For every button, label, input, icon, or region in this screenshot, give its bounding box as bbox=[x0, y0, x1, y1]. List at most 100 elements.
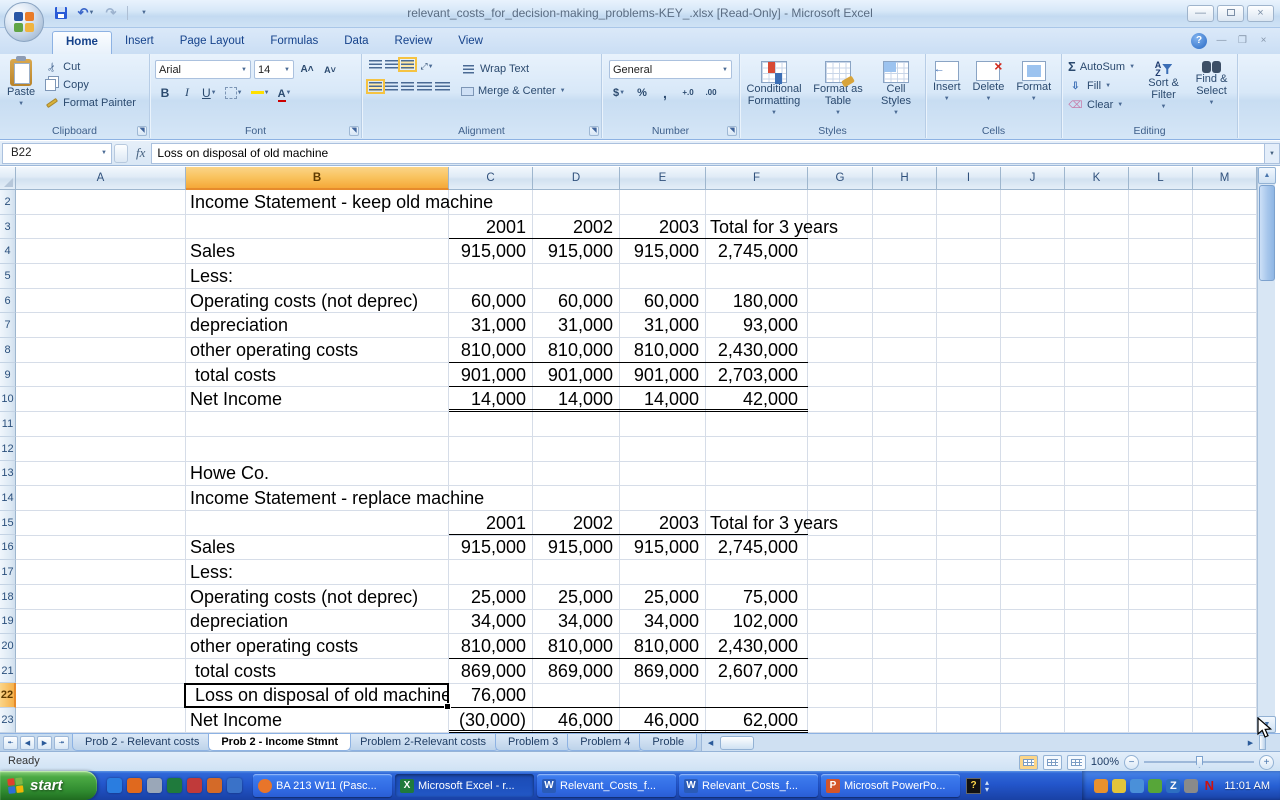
format-as-table-button[interactable]: Format as Table▼ bbox=[809, 58, 867, 124]
cell-K3[interactable] bbox=[1065, 215, 1129, 240]
column-header-M[interactable]: M bbox=[1193, 167, 1257, 190]
cell-J10[interactable] bbox=[1001, 387, 1065, 412]
cell-G20[interactable] bbox=[808, 634, 873, 659]
tray-icon-3[interactable] bbox=[1130, 779, 1144, 793]
cell-C10[interactable]: 14,000 bbox=[449, 387, 533, 412]
row-header-14[interactable]: 14 bbox=[0, 486, 16, 511]
cell-I11[interactable] bbox=[937, 412, 1001, 437]
cell-F15[interactable]: Total for 3 years bbox=[706, 511, 808, 536]
underline-button[interactable]: U▼ bbox=[199, 83, 220, 102]
cell-L22[interactable] bbox=[1129, 683, 1193, 708]
cell-J18[interactable] bbox=[1001, 585, 1065, 610]
close-button[interactable]: × bbox=[1247, 5, 1274, 22]
cell-M17[interactable] bbox=[1193, 560, 1257, 585]
cell-I8[interactable] bbox=[937, 338, 1001, 363]
cell-A20[interactable] bbox=[16, 634, 186, 659]
cell-F23[interactable]: 62,000 bbox=[706, 708, 808, 733]
cell-C16[interactable]: 915,000 bbox=[449, 535, 533, 560]
cell-A19[interactable] bbox=[16, 609, 186, 634]
cell-M21[interactable] bbox=[1193, 659, 1257, 684]
cell-E12[interactable] bbox=[620, 437, 706, 462]
cell-M2[interactable] bbox=[1193, 190, 1257, 215]
cell-G12[interactable] bbox=[808, 437, 873, 462]
cell-L4[interactable] bbox=[1129, 239, 1193, 264]
vertical-scroll-thumb[interactable] bbox=[1259, 185, 1275, 281]
font-size-select[interactable]: 14▼ bbox=[254, 60, 294, 79]
cell-F19[interactable]: 102,000 bbox=[706, 609, 808, 634]
cell-L3[interactable] bbox=[1129, 215, 1193, 240]
cell-M8[interactable] bbox=[1193, 338, 1257, 363]
cell-K12[interactable] bbox=[1065, 437, 1129, 462]
column-header-H[interactable]: H bbox=[873, 167, 937, 190]
cell-A10[interactable] bbox=[16, 387, 186, 412]
first-sheet-button[interactable]: ⯬ bbox=[3, 736, 18, 750]
sheet-tab-problem-4[interactable]: Problem 4 bbox=[567, 734, 643, 751]
tray-icon-1[interactable] bbox=[1094, 779, 1108, 793]
tab-split-handle[interactable] bbox=[1259, 735, 1266, 750]
cell-F16[interactable]: 2,745,000 bbox=[706, 535, 808, 560]
cell-J9[interactable] bbox=[1001, 363, 1065, 388]
cell-A17[interactable] bbox=[16, 560, 186, 585]
cell-H16[interactable] bbox=[873, 535, 937, 560]
cell-C18[interactable]: 25,000 bbox=[449, 585, 533, 610]
align-bottom-icon[interactable] bbox=[401, 60, 414, 69]
cell-H12[interactable] bbox=[873, 437, 937, 462]
copy-button[interactable]: Copy bbox=[41, 77, 139, 93]
cell-A23[interactable] bbox=[16, 708, 186, 733]
cut-button[interactable]: ✁Cut bbox=[41, 59, 139, 75]
row-header-6[interactable]: 6 bbox=[0, 289, 16, 314]
column-header-G[interactable]: G bbox=[808, 167, 873, 190]
paste-button[interactable]: Paste▼ bbox=[3, 56, 39, 113]
cell-K17[interactable] bbox=[1065, 560, 1129, 585]
row-header-19[interactable]: 19 bbox=[0, 609, 16, 634]
cell-F7[interactable]: 93,000 bbox=[706, 313, 808, 338]
cell-L6[interactable] bbox=[1129, 289, 1193, 314]
app-icon-gray[interactable] bbox=[147, 778, 162, 793]
cell-J4[interactable] bbox=[1001, 239, 1065, 264]
cell-K19[interactable] bbox=[1065, 609, 1129, 634]
cell-G22[interactable] bbox=[808, 683, 873, 708]
cell-G15[interactable] bbox=[808, 511, 873, 536]
scroll-up-button[interactable]: ▲ bbox=[1258, 167, 1276, 184]
cell-J14[interactable] bbox=[1001, 486, 1065, 511]
row-header-9[interactable]: 9 bbox=[0, 363, 16, 388]
row-header-22[interactable]: 22 bbox=[0, 683, 16, 708]
cell-H14[interactable] bbox=[873, 486, 937, 511]
cell-K5[interactable] bbox=[1065, 264, 1129, 289]
cell-E18[interactable]: 25,000 bbox=[620, 585, 706, 610]
cell-H7[interactable] bbox=[873, 313, 937, 338]
fill-color-button[interactable]: ▼ bbox=[248, 83, 273, 102]
cell-C23[interactable]: (30,000) bbox=[449, 708, 533, 733]
cell-styles-button[interactable]: Cell Styles▼ bbox=[871, 58, 921, 124]
cell-F9[interactable]: 2,703,000 bbox=[706, 363, 808, 388]
cell-M10[interactable] bbox=[1193, 387, 1257, 412]
cell-J7[interactable] bbox=[1001, 313, 1065, 338]
name-box[interactable]: B22▼ bbox=[2, 143, 112, 164]
cell-G17[interactable] bbox=[808, 560, 873, 585]
cell-E16[interactable]: 915,000 bbox=[620, 535, 706, 560]
row-header-17[interactable]: 17 bbox=[0, 560, 16, 585]
cell-F21[interactable]: 2,607,000 bbox=[706, 659, 808, 684]
align-left-icon[interactable] bbox=[369, 82, 382, 91]
find-select-button[interactable]: Find & Select▼ bbox=[1189, 58, 1234, 124]
cell-G9[interactable] bbox=[808, 363, 873, 388]
cell-G3[interactable] bbox=[808, 215, 873, 240]
cell-G18[interactable] bbox=[808, 585, 873, 610]
cell-A12[interactable] bbox=[16, 437, 186, 462]
cell-G7[interactable] bbox=[808, 313, 873, 338]
alignment-dialog-launcher[interactable]: ◥ bbox=[589, 126, 599, 136]
sort-filter-button[interactable]: AZ Sort & Filter▼ bbox=[1142, 58, 1185, 124]
column-header-I[interactable]: I bbox=[937, 167, 1001, 190]
cell-C15[interactable]: 2001 bbox=[449, 511, 533, 536]
cell-C9[interactable]: 901,000 bbox=[449, 363, 533, 388]
cell-J13[interactable] bbox=[1001, 461, 1065, 486]
number-format-select[interactable]: General▼ bbox=[609, 60, 732, 79]
sheet-tab-problem-3[interactable]: Problem 3 bbox=[495, 734, 571, 751]
zoom-level[interactable]: 100% bbox=[1091, 756, 1119, 768]
cell-C7[interactable]: 31,000 bbox=[449, 313, 533, 338]
cell-K13[interactable] bbox=[1065, 461, 1129, 486]
increase-decimal-button[interactable]: +.0 bbox=[678, 83, 698, 102]
cell-J20[interactable] bbox=[1001, 634, 1065, 659]
cell-G4[interactable] bbox=[808, 239, 873, 264]
taskbar-button-relevant-costs-f[interactable]: WRelevant_Costs_f... bbox=[679, 774, 818, 797]
